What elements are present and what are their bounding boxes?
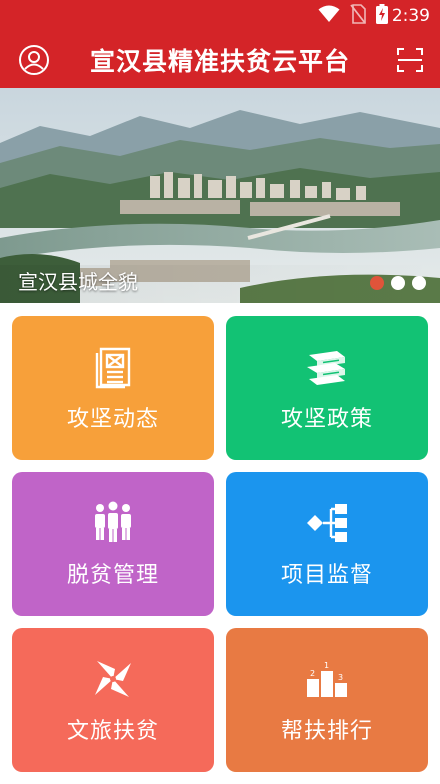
tile-attack-policy[interactable]: 攻坚政策 [226, 316, 428, 460]
battery-charging-icon [375, 4, 388, 28]
no-sim-icon [350, 4, 366, 28]
project-tree-icon [303, 499, 351, 547]
pinwheel-icon [89, 655, 137, 703]
wifi-icon [318, 5, 340, 27]
carousel-dot-2[interactable] [391, 276, 405, 290]
tile-label: 文旅扶贫 [66, 719, 159, 744]
svg-text:1: 1 [324, 661, 329, 670]
svg-text:3: 3 [338, 673, 343, 682]
scan-icon[interactable] [396, 46, 424, 74]
tile-label: 脱贫管理 [66, 563, 159, 588]
user-profile-icon[interactable] [18, 44, 50, 76]
carousel-dot-3[interactable] [412, 276, 426, 290]
svg-text:2: 2 [310, 669, 315, 678]
tile-label: 攻坚动态 [66, 407, 159, 432]
carousel-dot-1[interactable] [370, 276, 384, 290]
people-group-icon [89, 499, 137, 547]
tile-label: 项目监督 [280, 563, 373, 588]
tile-poverty-management[interactable]: 脱贫管理 [12, 472, 214, 616]
status-icons [318, 4, 388, 28]
tile-assistance-ranking[interactable]: 2 1 3 帮扶排行 [226, 628, 428, 772]
tile-attack-news[interactable]: 攻坚动态 [12, 316, 214, 460]
books-stack-icon [303, 343, 351, 391]
podium-ranking-icon: 2 1 3 [303, 655, 351, 703]
tile-culture-tourism[interactable]: 文旅扶贫 [12, 628, 214, 772]
status-bar: 2:39 [0, 0, 440, 32]
banner-caption: 宣汉县城全貌 [18, 270, 138, 294]
banner-carousel[interactable]: 宣汉县城全貌 [0, 88, 440, 303]
app-bar: 宣汉县精准扶贫云平台 [0, 32, 440, 88]
news-document-icon [89, 343, 137, 391]
tile-project-supervision[interactable]: 项目监督 [226, 472, 428, 616]
tile-label: 帮扶排行 [280, 719, 373, 744]
status-time: 2:39 [391, 6, 430, 26]
carousel-indicators [370, 276, 426, 290]
tile-label: 攻坚政策 [280, 407, 373, 432]
page-title: 宣汉县精准扶贫云平台 [89, 47, 350, 76]
